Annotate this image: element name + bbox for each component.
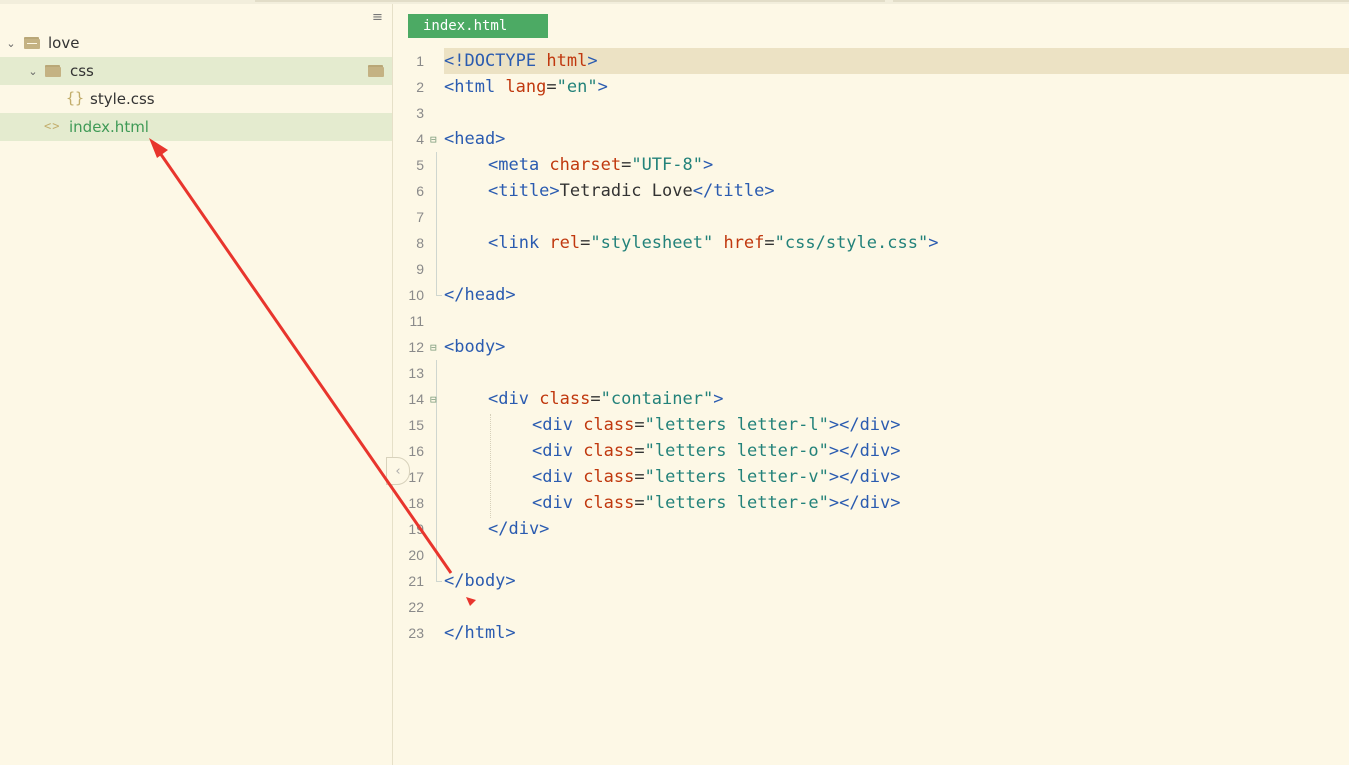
- line-number: 14: [408, 391, 424, 407]
- code-line[interactable]: 16 <div class="letters letter-o"></div>: [400, 438, 1349, 464]
- code-text: <body>: [444, 337, 506, 357]
- code-line[interactable]: 14 ⊟ <div class="container">: [400, 386, 1349, 412]
- code-line[interactable]: 5 <meta charset="UTF-8">: [400, 152, 1349, 178]
- code-line[interactable]: 21 </body>: [400, 568, 1349, 594]
- code-line[interactable]: 4 ⊟ <head>: [400, 126, 1349, 152]
- line-number: 1: [416, 53, 424, 69]
- code-text: <!DOCTYPE html>: [444, 51, 598, 71]
- top-border-segment: [893, 0, 1349, 2]
- line-number: 7: [416, 209, 424, 225]
- code-line[interactable]: 12 ⊟ <body>: [400, 334, 1349, 360]
- code-line[interactable]: 3: [400, 100, 1349, 126]
- code-text: <div class="letters letter-e"></div>: [532, 493, 901, 513]
- chevron-down-icon[interactable]: ⌄: [6, 37, 16, 50]
- code-line[interactable]: 7: [400, 204, 1349, 230]
- tree-item-style-css[interactable]: {} style.css: [0, 85, 392, 113]
- code-line[interactable]: 19 </div>: [400, 516, 1349, 542]
- line-number: 20: [408, 547, 424, 563]
- code-line[interactable]: 6 <title>Tetradic Love</title>: [400, 178, 1349, 204]
- code-text: </html>: [444, 623, 516, 643]
- code-text: <div class="container">: [488, 389, 724, 409]
- line-number: 19: [408, 521, 424, 537]
- line-number: 18: [408, 495, 424, 511]
- fold-toggle-icon[interactable]: ⊟: [430, 341, 437, 354]
- code-line[interactable]: 13: [400, 360, 1349, 386]
- tree-item-css[interactable]: ⌄ css: [0, 57, 392, 85]
- line-number: 13: [408, 365, 424, 381]
- chevron-down-icon[interactable]: ⌄: [28, 65, 38, 78]
- code-line[interactable]: 10 </head>: [400, 282, 1349, 308]
- file-explorer-sidebar: ≡ ⌄ love ⌄ css {} style.css <> index.htm…: [0, 4, 393, 765]
- code-text: <div class="letters letter-l"></div>: [532, 415, 901, 435]
- code-line[interactable]: 11: [400, 308, 1349, 334]
- fold-toggle-icon[interactable]: ⊟: [430, 133, 437, 146]
- tree-item-label: index.html: [69, 118, 149, 136]
- code-line[interactable]: 20: [400, 542, 1349, 568]
- html-file-icon: <>: [44, 119, 61, 133]
- line-number: 9: [416, 261, 424, 277]
- folder-open-icon: [45, 65, 61, 77]
- line-number: 8: [416, 235, 424, 251]
- line-number: 11: [409, 313, 424, 329]
- line-number: 2: [416, 79, 424, 95]
- chevron-left-icon: ‹: [395, 463, 401, 479]
- code-line[interactable]: 22: [400, 594, 1349, 620]
- line-number: 23: [408, 625, 424, 641]
- tree-item-label: love: [48, 34, 80, 52]
- code-line[interactable]: 9: [400, 256, 1349, 282]
- line-number: 3: [416, 105, 424, 121]
- line-number: 21: [408, 573, 424, 589]
- code-line[interactable]: 2 <html lang="en">: [400, 74, 1349, 100]
- code-text: <div class="letters letter-o"></div>: [532, 441, 901, 461]
- code-text: <html lang="en">: [444, 77, 608, 97]
- top-border-segment: [255, 0, 885, 2]
- tree-item-label: css: [70, 62, 94, 80]
- line-number: 12: [408, 339, 424, 355]
- code-line[interactable]: 23 </html>: [400, 620, 1349, 646]
- folder-icon: [24, 37, 40, 49]
- tree-item-love[interactable]: ⌄ love: [0, 29, 392, 57]
- code-line[interactable]: 8 <link rel="stylesheet" href="css/style…: [400, 230, 1349, 256]
- code-text: <div class="letters letter-v"></div>: [532, 467, 901, 487]
- code-text: <title>Tetradic Love</title>: [488, 181, 775, 201]
- editor-tab-index-html[interactable]: index.html: [408, 14, 548, 38]
- folder-action-icon[interactable]: [368, 65, 384, 77]
- code-text: </div>: [488, 519, 550, 539]
- fold-toggle-icon[interactable]: ⊟: [430, 393, 437, 406]
- line-number: 22: [408, 599, 424, 615]
- hamburger-menu-icon[interactable]: ≡: [372, 10, 383, 25]
- code-text: <link rel="stylesheet" href="css/style.c…: [488, 233, 939, 253]
- code-line[interactable]: 1 <!DOCTYPE html>: [400, 48, 1349, 74]
- line-number: 6: [416, 183, 424, 199]
- line-number: 10: [408, 287, 424, 303]
- code-line[interactable]: 18 <div class="letters letter-e"></div>: [400, 490, 1349, 516]
- tree-item-label: style.css: [90, 90, 155, 108]
- line-number: 4: [416, 131, 424, 147]
- line-number: 5: [416, 157, 424, 173]
- code-line[interactable]: 15 <div class="letters letter-l"></div>: [400, 412, 1349, 438]
- code-text: </head>: [444, 285, 516, 305]
- code-line[interactable]: 17 <div class="letters letter-v"></div>: [400, 464, 1349, 490]
- code-text: <meta charset="UTF-8">: [488, 155, 714, 175]
- css-file-icon: {}: [66, 89, 85, 107]
- line-number: 15: [408, 417, 424, 433]
- code-text: </body>: [444, 571, 516, 591]
- tree-item-index-html[interactable]: <> index.html: [0, 113, 392, 141]
- line-number: 16: [408, 443, 424, 459]
- code-text: <head>: [444, 129, 506, 149]
- collapse-sidebar-button[interactable]: ‹: [386, 457, 410, 485]
